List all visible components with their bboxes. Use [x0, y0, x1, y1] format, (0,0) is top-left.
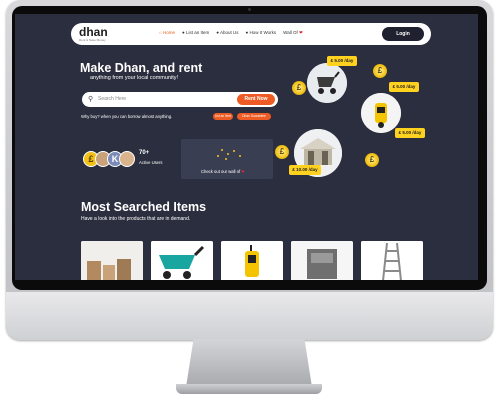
price-tag: £ 5.00 /day — [327, 56, 357, 66]
map-dot — [225, 158, 227, 160]
section-subtitle: Have a look into the products that are i… — [81, 216, 191, 222]
product-circle-pressure-washer[interactable] — [361, 93, 401, 133]
avatar — [119, 151, 135, 167]
nav-item-how-it-works[interactable]: ● How It Works — [245, 30, 276, 36]
hero-title: Make Dhan, and rent — [80, 61, 203, 75]
logo-tagline: Rent & Save Money — [79, 38, 106, 42]
hero-subtitle: anything from your local community! — [90, 75, 179, 81]
product-card-box[interactable] — [291, 241, 353, 280]
pound-coin-icon: £ — [365, 153, 379, 167]
nav-item-wall-of-love[interactable]: Wall Of ❤ — [283, 30, 303, 36]
search-icon: ⚲ — [88, 96, 94, 103]
product-circle-stroller[interactable] — [307, 63, 347, 103]
pound-coin-icon: £ — [275, 145, 289, 159]
price-tag: £ 10.00 /day — [289, 165, 321, 175]
price-tag: £ 5.00 /day — [395, 128, 425, 138]
login-button[interactable]: Login — [382, 27, 424, 41]
map-dot — [233, 150, 235, 152]
stroller-icon — [307, 63, 347, 103]
website-screen: dhan Rent & Save Money ⌂ Home ● List an … — [15, 14, 478, 280]
price-tag: £ 5.00 /day — [389, 82, 419, 92]
list-item-pill[interactable]: List an Item — [213, 113, 233, 120]
pressure-washer-icon — [221, 241, 283, 280]
storage-box-icon — [291, 241, 353, 280]
monitor-stand — [186, 339, 312, 387]
product-card-pressure-washer[interactable] — [221, 241, 283, 280]
map-caption: Check out our wall of ❤ — [201, 169, 245, 174]
search-bar: ⚲ Search Here Rent Now — [82, 92, 278, 107]
why-text: Why buy? when you can borrow almost anyt… — [81, 114, 173, 119]
heart-icon: ❤ — [241, 169, 245, 174]
camera-icon — [248, 8, 251, 11]
nav-item-list-item[interactable]: ● List an Item — [182, 30, 209, 36]
heart-icon: ❤ — [298, 30, 303, 35]
nav-item-home[interactable]: ⌂ Home — [159, 30, 175, 36]
pound-coin-icon: £ — [373, 64, 387, 78]
users-count: 70+ — [139, 150, 150, 156]
users-label: Active Users — [139, 160, 163, 165]
nav-menu: ⌂ Home ● List an Item ● About Us ● How I… — [159, 30, 303, 36]
product-card-boxes[interactable] — [81, 241, 143, 280]
logo[interactable]: dhan — [79, 25, 108, 39]
map-dot — [217, 155, 219, 157]
map-dot — [239, 155, 241, 157]
monitor-chin — [6, 292, 493, 340]
nav-item-about-us[interactable]: ● About Us — [216, 30, 238, 36]
rent-now-button[interactable]: Rent Now — [237, 94, 275, 105]
monitor-base — [176, 384, 322, 394]
map-dot — [221, 149, 223, 151]
pressure-washer-icon — [361, 93, 401, 133]
product-card-ladder[interactable] — [361, 241, 423, 280]
section-title: Most Searched Items — [81, 200, 207, 214]
stroller-icon — [151, 241, 213, 280]
search-input[interactable]: Search Here — [98, 96, 126, 102]
ladder-icon — [361, 241, 423, 280]
dhan-guarantee-pill[interactable]: Dhan Guarantee — [237, 113, 271, 120]
product-card-stroller[interactable] — [151, 241, 213, 280]
map-dot — [227, 153, 229, 155]
pound-coin-icon: £ — [292, 81, 306, 95]
navbar: dhan Rent & Save Money ⌂ Home ● List an … — [71, 23, 431, 45]
boxes-icon — [81, 241, 143, 280]
